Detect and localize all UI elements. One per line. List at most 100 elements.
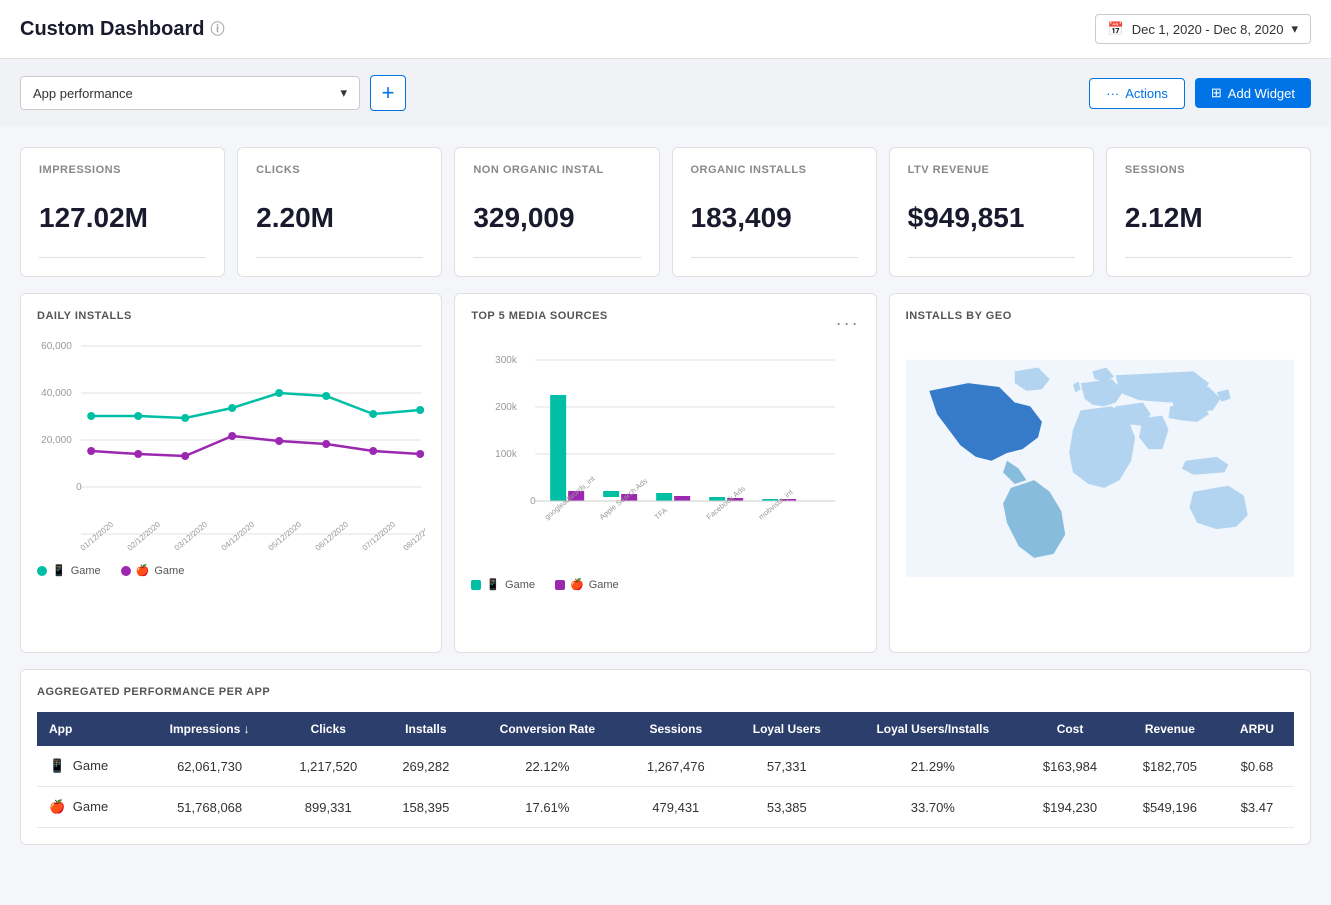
kpi-value: 2.12M (1125, 202, 1292, 234)
daily-installs-title: DAILY INSTALLS (37, 310, 425, 322)
legend-ios-icon: 🍎 (136, 564, 150, 577)
table-cell: 22.12% (471, 746, 623, 787)
legend-android-label: Game (71, 565, 101, 577)
table-cell: $3.47 (1220, 787, 1294, 828)
kpi-row: IMPRESSIONS 127.02M CLICKS 2.20M NON ORG… (20, 147, 1311, 277)
svg-text:08/12/2020: 08/12/2020 (402, 520, 426, 553)
col-header-revenue[interactable]: Revenue (1120, 712, 1220, 746)
performance-table: AppImpressions ↓ClicksInstallsConversion… (37, 712, 1294, 828)
toolbar: App performance ▾ + ··· Actions ⊞ Add Wi… (0, 59, 1331, 127)
installs-geo-title: INSTALLS BY GEO (906, 310, 1294, 322)
kpi-label: LTV REVENUE (908, 164, 1075, 176)
table-section: AGGREGATED PERFORMANCE PER APP AppImpres… (20, 669, 1311, 845)
table-cell: 🍎 Game (37, 787, 143, 828)
table-cell: 269,282 (381, 746, 472, 787)
legend-android-bar: 📱 Game (471, 578, 535, 591)
chevron-down-icon: ▾ (1291, 21, 1298, 37)
toolbar-left: App performance ▾ + (20, 75, 406, 111)
app-performance-dropdown[interactable]: App performance ▾ (20, 76, 360, 110)
table-cell: $0.68 (1220, 746, 1294, 787)
svg-text:04/12/2020: 04/12/2020 (220, 520, 257, 553)
kpi-label: IMPRESSIONS (39, 164, 206, 176)
actions-label: Actions (1125, 86, 1168, 101)
table-cell: $549,196 (1120, 787, 1220, 828)
kpi-label: CLICKS (256, 164, 423, 176)
kpi-bottom (473, 257, 640, 264)
col-header-impressions-[interactable]: Impressions ↓ (143, 712, 276, 746)
table-cell: $182,705 (1120, 746, 1220, 787)
table-cell: 1,267,476 (624, 746, 728, 787)
date-picker[interactable]: 📅 Dec 1, 2020 - Dec 8, 2020 ▾ (1095, 14, 1311, 44)
actions-button[interactable]: ··· Actions (1089, 78, 1185, 109)
calendar-icon: 📅 (1108, 21, 1124, 37)
date-range-label: Dec 1, 2020 - Dec 8, 2020 (1132, 22, 1284, 37)
col-header-conversion-rate[interactable]: Conversion Rate (471, 712, 623, 746)
kpi-value: 183,409 (691, 202, 858, 234)
col-header-app[interactable]: App (37, 712, 143, 746)
top5-media-card: TOP 5 MEDIA SOURCES ··· 300k 200k 100k 0 (454, 293, 876, 653)
legend-android-bar-label: Game (505, 579, 535, 591)
svg-text:200k: 200k (495, 402, 518, 413)
col-header-sessions[interactable]: Sessions (624, 712, 728, 746)
svg-text:02/12/2020: 02/12/2020 (126, 520, 163, 553)
add-widget-button[interactable]: ⊞ Add Widget (1195, 78, 1311, 108)
info-icon[interactable]: ⓘ (210, 19, 224, 39)
dashboard-title: Custom Dashboard (20, 18, 204, 41)
table-cell: 33.70% (846, 787, 1021, 828)
kpi-card-clicks: CLICKS 2.20M (237, 147, 442, 277)
table-row: 📱 Game62,061,7301,217,520269,28222.12%1,… (37, 746, 1294, 787)
table-header-row: AppImpressions ↓ClicksInstallsConversion… (37, 712, 1294, 746)
legend-android: 📱 Game (37, 564, 101, 577)
legend-dot-teal (37, 566, 47, 576)
table-row: 🍎 Game51,768,068899,331158,39517.61%479,… (37, 787, 1294, 828)
kpi-label: NON ORGANIC INSTAL (473, 164, 640, 176)
kpi-card-sessions: SESSIONS 2.12M (1106, 147, 1311, 277)
col-header-clicks[interactable]: Clicks (276, 712, 380, 746)
table-cell: 479,431 (624, 787, 728, 828)
col-header-cost[interactable]: Cost (1020, 712, 1120, 746)
bar-chart-svg: 300k 200k 100k 0 (471, 350, 859, 570)
legend-android-icon: 📱 (52, 564, 66, 577)
top5-chart-header: TOP 5 MEDIA SOURCES ··· (471, 310, 859, 336)
legend-ios: 🍎 Game (121, 564, 185, 577)
svg-text:20,000: 20,000 (41, 435, 72, 446)
legend-ios-bar: 🍎 Game (555, 578, 619, 591)
kpi-card-impressions: IMPRESSIONS 127.02M (20, 147, 225, 277)
table-cell: 62,061,730 (143, 746, 276, 787)
kpi-bottom (256, 257, 423, 264)
legend-android-bar-icon: 📱 (486, 578, 500, 591)
table-cell: 21.29% (846, 746, 1021, 787)
svg-text:07/12/2020: 07/12/2020 (361, 520, 398, 553)
page-title: Custom Dashboard ⓘ (20, 18, 224, 41)
table-title: AGGREGATED PERFORMANCE PER APP (37, 686, 1294, 698)
chart-options-button[interactable]: ··· (836, 313, 860, 334)
col-header-loyal-users-installs[interactable]: Loyal Users/Installs (846, 712, 1021, 746)
svg-text:40,000: 40,000 (41, 388, 72, 399)
line-chart-svg: 60,000 40,000 20,000 0 (37, 336, 425, 556)
installs-geo-card: INSTALLS BY GEO (889, 293, 1311, 653)
kpi-value: $949,851 (908, 202, 1075, 234)
table-cell: 17.61% (471, 787, 623, 828)
svg-text:01/12/2020: 01/12/2020 (79, 520, 116, 553)
daily-installs-legend: 📱 Game 🍎 Game (37, 564, 425, 577)
daily-installs-card: DAILY INSTALLS 60,000 40,000 20,000 0 (20, 293, 442, 653)
toolbar-right: ··· Actions ⊞ Add Widget (1089, 78, 1311, 109)
table-cell: 57,331 (728, 746, 846, 787)
table-cell: $194,230 (1020, 787, 1120, 828)
col-header-arpu[interactable]: ARPU (1220, 712, 1294, 746)
svg-text:Facebook Ads: Facebook Ads (705, 484, 747, 522)
kpi-value: 127.02M (39, 202, 206, 234)
svg-text:60,000: 60,000 (41, 341, 72, 352)
col-header-loyal-users[interactable]: Loyal Users (728, 712, 846, 746)
kpi-bottom (908, 257, 1075, 264)
widget-icon: ⊞ (1211, 85, 1222, 101)
world-map (906, 336, 1294, 601)
main-content: IMPRESSIONS 127.02M CLICKS 2.20M NON ORG… (0, 127, 1331, 865)
add-tab-button[interactable]: + (370, 75, 406, 111)
legend-dot-teal-bar (471, 580, 481, 590)
kpi-card-ltv-revenue: LTV REVENUE $949,851 (889, 147, 1094, 277)
top5-legend: 📱 Game 🍎 Game (471, 578, 859, 591)
legend-ios-bar-icon: 🍎 (570, 578, 584, 591)
table-cell: 53,385 (728, 787, 846, 828)
col-header-installs[interactable]: Installs (381, 712, 472, 746)
